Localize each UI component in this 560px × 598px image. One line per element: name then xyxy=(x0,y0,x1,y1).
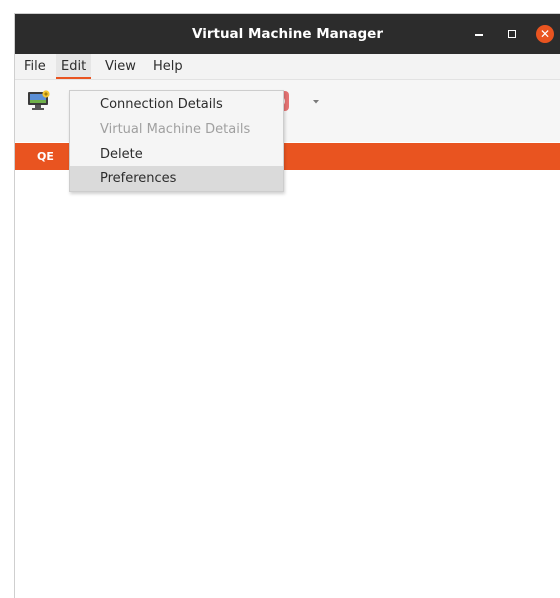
app-window: Virtual Machine Manager ✕ File Edit View… xyxy=(14,13,560,598)
minimize-button[interactable] xyxy=(470,25,488,43)
menu-item-connection-details[interactable]: Connection Details xyxy=(70,92,283,117)
edit-menu-dropdown: Connection Details Virtual Machine Detai… xyxy=(69,90,284,192)
menu-file[interactable]: File xyxy=(19,54,51,79)
close-button[interactable]: ✕ xyxy=(536,25,554,43)
menu-help[interactable]: Help xyxy=(148,54,188,79)
close-icon: ✕ xyxy=(539,27,551,41)
maximize-icon xyxy=(508,30,516,38)
screenshot-page: Virtual Machine Manager ✕ File Edit View… xyxy=(0,0,560,598)
monitor-icon xyxy=(28,90,50,110)
chevron-down-icon xyxy=(313,100,319,104)
menu-item-virtual-machine-details: Virtual Machine Details xyxy=(100,122,251,137)
maximize-button[interactable] xyxy=(503,25,521,43)
new-vm-button[interactable] xyxy=(27,90,51,112)
connection-label: QE xyxy=(37,150,54,163)
menu-edit[interactable]: Edit xyxy=(56,54,92,79)
minimize-icon xyxy=(475,34,483,36)
vm-list[interactable] xyxy=(15,170,560,598)
menu-item-preferences[interactable]: Preferences xyxy=(70,166,283,191)
menu-view[interactable]: View xyxy=(100,54,141,79)
menubar: File Edit View Help xyxy=(15,54,560,80)
titlebar[interactable]: Virtual Machine Manager ✕ xyxy=(15,14,560,54)
shutdown-menu-button[interactable] xyxy=(311,97,321,107)
menu-item-delete[interactable]: Delete xyxy=(70,142,283,167)
